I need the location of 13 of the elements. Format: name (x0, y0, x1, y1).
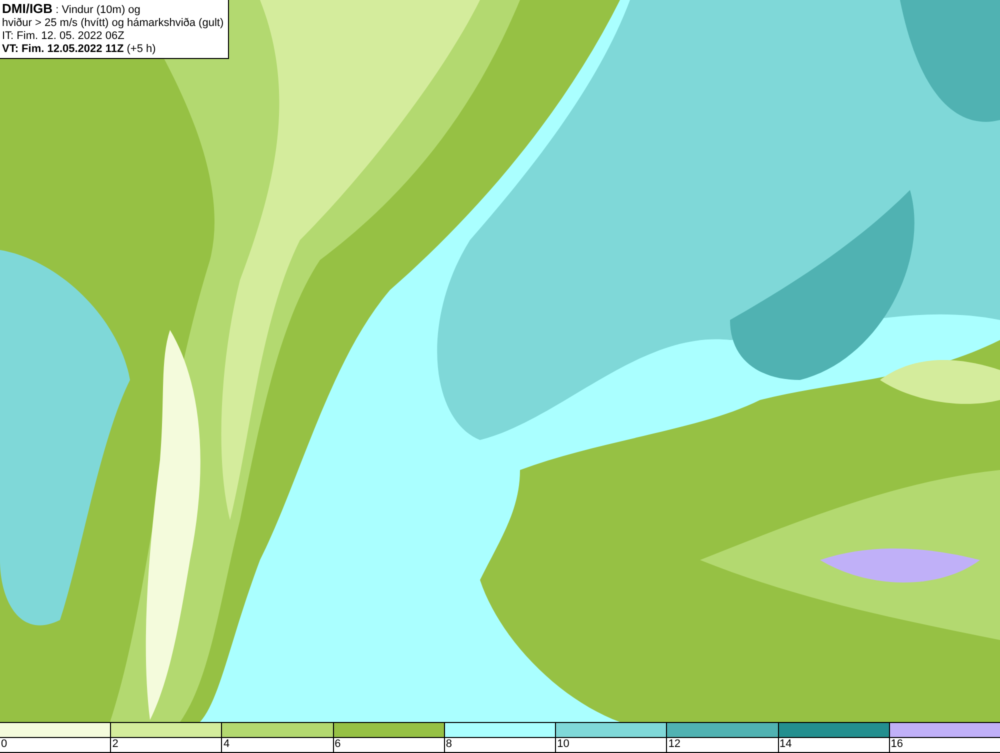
scale-label: 10 (556, 738, 570, 751)
legend-text: DMI/IGB : Vindur (10m) og (2, 2, 142, 17)
scale-label: 8 (444, 738, 452, 751)
scale-label: 14 (778, 738, 792, 751)
scale-label: 16 (890, 738, 903, 751)
scale-label: 4 (222, 738, 230, 751)
scale-label: 2 (111, 738, 118, 751)
scale-label: 0 (0, 738, 8, 751)
legend-text: IT: Fim. 12. 05. 2022 06Z (2, 30, 126, 43)
scale-label: 6 (334, 738, 341, 751)
scale-label: 12 (667, 738, 681, 751)
legend-text: hviður > 25 m/s (hvítt) og hámarkshviða (gult) (2, 17, 224, 30)
legend-text: VT: Fim. 12.05.2022 11Z (+5 h) (2, 43, 157, 56)
